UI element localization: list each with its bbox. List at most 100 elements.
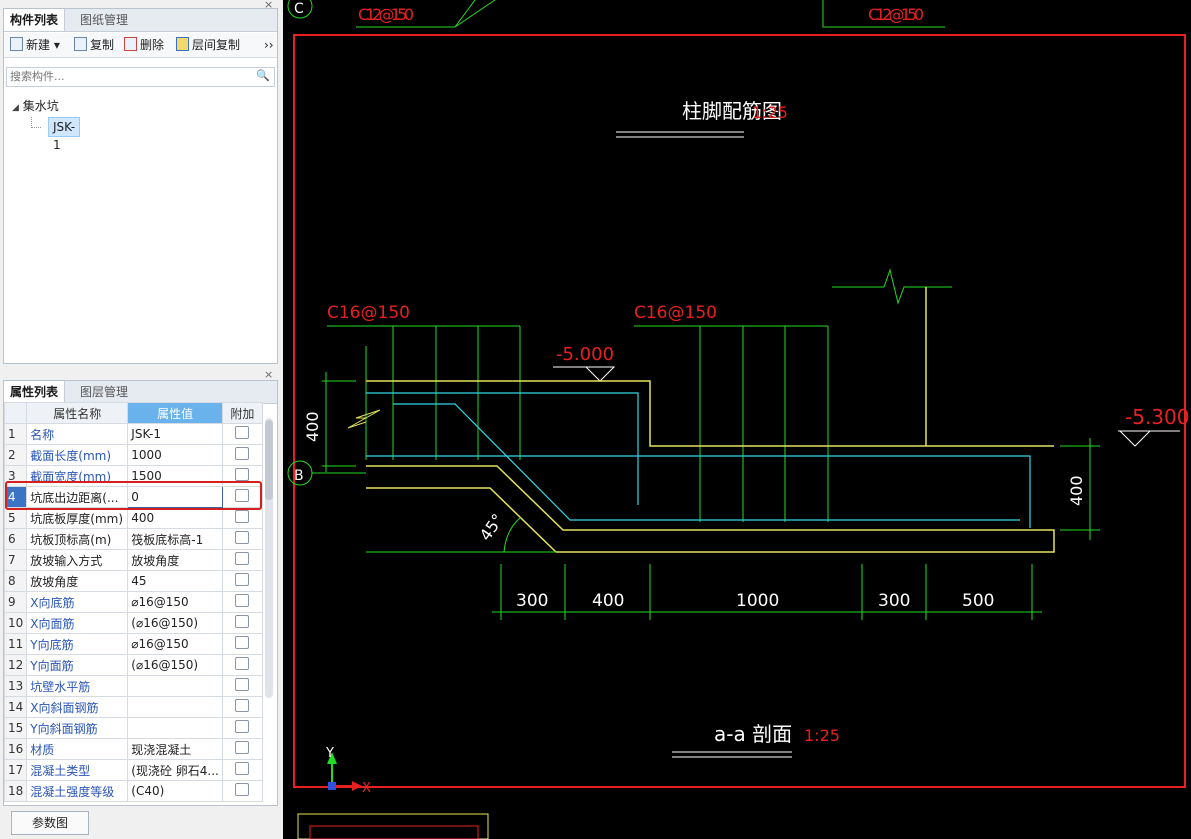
property-row[interactable]: 3 截面宽度(mm) 1500	[3, 465, 263, 487]
property-value[interactable]	[127, 717, 223, 739]
extra-checkbox[interactable]	[235, 552, 250, 565]
extra-checkbox[interactable]	[235, 699, 250, 712]
property-value[interactable]: (⌀16@150)	[127, 654, 223, 676]
extra-checkbox[interactable]	[235, 657, 250, 670]
property-row[interactable]: 7 放坡输入方式 放坡角度	[3, 549, 263, 571]
drawing-scale-1: 1:25	[752, 103, 788, 122]
property-row[interactable]: 9 X向底筋 ⌀16@150	[3, 591, 263, 613]
copy-button[interactable]: 复制	[74, 37, 114, 53]
extra-checkbox[interactable]	[235, 762, 250, 775]
tree-node-sump[interactable]: ◢ 集水坑	[12, 95, 59, 117]
property-value[interactable]	[127, 696, 223, 718]
property-tabs: 属性列表 图层管理	[4, 381, 277, 404]
search-input[interactable]	[7, 68, 253, 84]
property-extra-cell	[221, 444, 263, 466]
property-value[interactable]: (C40)	[127, 780, 223, 802]
property-row[interactable]: 6 坑板顶标高(m) 筏板底标高-1	[3, 528, 263, 550]
extra-checkbox[interactable]	[235, 678, 250, 691]
row-number: 2	[3, 444, 28, 466]
new-button[interactable]: 新建 ▾	[10, 37, 60, 53]
property-row[interactable]: 8 放坡角度 45	[3, 570, 263, 592]
extra-checkbox[interactable]	[235, 783, 250, 796]
row-number: 17	[3, 759, 28, 781]
property-value[interactable]: 45	[127, 570, 223, 592]
property-value[interactable]: 1000	[127, 444, 223, 466]
property-scroll-thumb[interactable]	[265, 420, 273, 500]
property-value[interactable]: (⌀16@150)	[127, 612, 223, 634]
delete-button[interactable]: 删除	[124, 37, 164, 53]
extra-checkbox[interactable]	[235, 615, 250, 628]
search-icon[interactable]: 🔍	[256, 69, 270, 82]
property-row[interactable]: 2 截面长度(mm) 1000	[3, 444, 263, 466]
tab-component-list[interactable]: 构件列表	[4, 9, 66, 31]
property-name: 坑底出边距离(...	[26, 486, 129, 508]
property-value-input[interactable]: 0	[127, 486, 223, 508]
property-row[interactable]: 10 X向面筋 (⌀16@150)	[3, 612, 263, 634]
property-value[interactable]	[127, 675, 223, 697]
property-row[interactable]: 18 混凝土强度等级 (C40)	[3, 780, 263, 802]
extra-checkbox[interactable]	[235, 510, 250, 523]
property-value[interactable]: 400	[127, 507, 223, 529]
property-row[interactable]: 16 材质 现浇混凝土	[3, 738, 263, 760]
property-row[interactable]: 5 坑底板厚度(mm) 400	[3, 507, 263, 529]
floor-copy-icon	[176, 37, 189, 51]
tree-connector	[31, 117, 41, 128]
property-row[interactable]: 4 坑底出边距离(... 0	[3, 486, 263, 508]
extra-checkbox[interactable]	[235, 489, 250, 502]
extra-checkbox[interactable]	[235, 468, 250, 481]
row-number: 12	[3, 654, 28, 676]
property-row[interactable]: 17 混凝土类型 (现浇砼 卵石4...	[3, 759, 263, 781]
tab-property-list[interactable]: 属性列表	[4, 381, 66, 403]
property-value[interactable]: 现浇混凝土	[127, 738, 223, 760]
extra-checkbox[interactable]	[235, 594, 250, 607]
property-extra-cell	[221, 675, 263, 697]
property-value[interactable]: (现浇砼 卵石4...	[127, 759, 223, 781]
property-row[interactable]: 11 Y向底筋 ⌀16@150	[3, 633, 263, 655]
property-value[interactable]: 放坡角度	[127, 549, 223, 571]
tab-layer-management[interactable]: 图层管理	[74, 381, 134, 403]
cad-drawing[interactable]: C12@150 C12@150 C 柱脚配筋图 1:25 C16@150 C16…	[283, 0, 1191, 839]
tab-drawing-management[interactable]: 图纸管理	[74, 9, 134, 31]
dim-right-label: 400	[1067, 475, 1086, 506]
axis-label-b: B	[294, 468, 304, 484]
close-icon[interactable]: ×	[264, 368, 273, 381]
elevation-label-1: -5.000	[556, 344, 614, 365]
drawing-title-2: a-a 剖面	[714, 722, 792, 746]
property-value[interactable]: 筏板底标高-1	[127, 528, 223, 550]
copy-icon	[74, 37, 87, 51]
elev1-triangle	[584, 366, 616, 382]
property-row[interactable]: 14 X向斜面钢筋	[3, 696, 263, 718]
dim-left	[322, 372, 356, 472]
floor-copy-button[interactable]: 层间复制	[176, 37, 240, 53]
extra-checkbox[interactable]	[235, 531, 250, 544]
property-row[interactable]: 12 Y向面筋 (⌀16@150)	[3, 654, 263, 676]
property-row[interactable]: 15 Y向斜面钢筋	[3, 717, 263, 739]
property-value[interactable]: 1500	[127, 465, 223, 487]
param-diagram-button[interactable]: 参数图	[11, 811, 89, 835]
extra-checkbox[interactable]	[235, 636, 250, 649]
tree-node-jsk-1[interactable]: JSK-1	[48, 117, 81, 152]
axis-label-c: C	[294, 1, 304, 17]
toolbar-more-button[interactable]: ››	[264, 37, 274, 53]
extra-checkbox[interactable]	[235, 720, 250, 733]
row-number: 18	[3, 780, 28, 802]
property-value[interactable]: JSK-1	[127, 423, 223, 445]
property-name: 混凝土类型	[26, 759, 129, 781]
property-value[interactable]: ⌀16@150	[127, 633, 223, 655]
top-leader-diag	[454, 0, 496, 28]
extra-checkbox[interactable]	[235, 741, 250, 754]
property-name: X向底筋	[26, 591, 129, 613]
top-rebar-label-left: C12@150	[358, 5, 414, 24]
row-number: 4	[3, 486, 28, 508]
row-number: 8	[3, 570, 28, 592]
property-extra-cell	[221, 423, 263, 445]
property-name: 坑板顶标高(m)	[26, 528, 129, 550]
rebar-label-right: C16@150	[634, 303, 717, 323]
property-row[interactable]: 1 名称 JSK-1	[3, 423, 263, 445]
extra-checkbox[interactable]	[235, 426, 250, 439]
property-row[interactable]: 13 坑壁水平筋	[3, 675, 263, 697]
extra-checkbox[interactable]	[235, 573, 250, 586]
property-value[interactable]: ⌀16@150	[127, 591, 223, 613]
collapse-icon[interactable]: ◢	[12, 103, 19, 113]
extra-checkbox[interactable]	[235, 447, 250, 460]
